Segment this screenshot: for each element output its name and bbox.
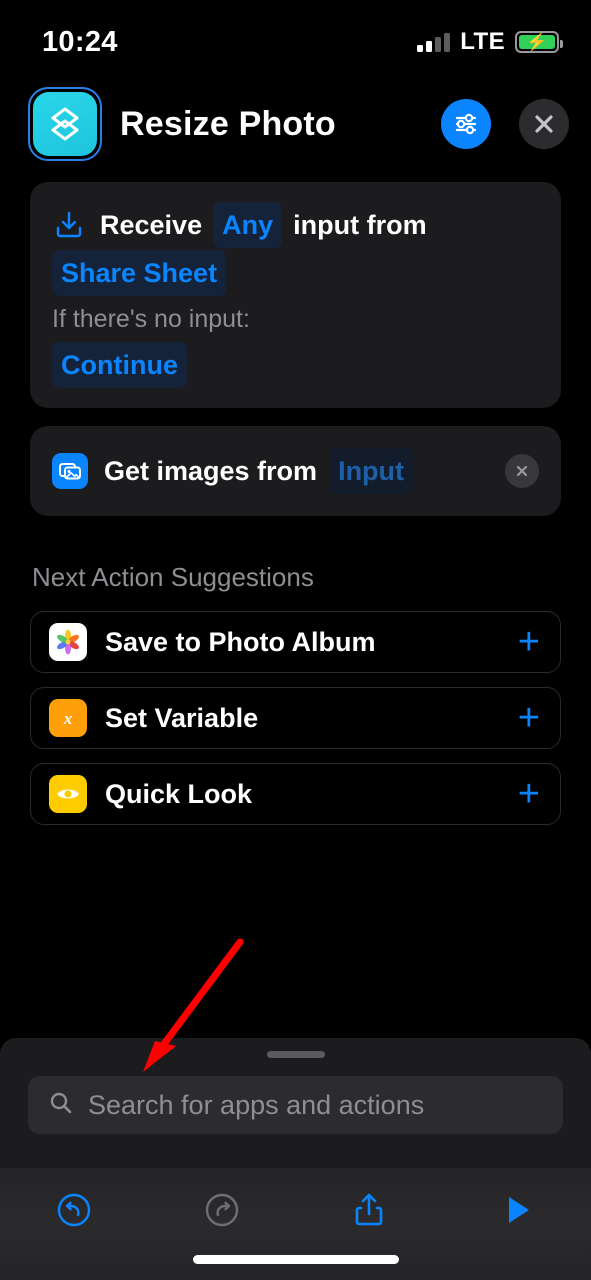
svg-text:x: x (63, 709, 73, 728)
action-token-fallback[interactable]: Continue (52, 342, 187, 388)
shortcut-icon-button[interactable] (28, 87, 102, 161)
action-text-get-images: Get images from (104, 456, 318, 486)
suggestion-label: Save to Photo Album (105, 626, 376, 657)
action-token-input-type[interactable]: Any (213, 202, 283, 248)
action-card-get-images[interactable]: Get images from Input (30, 426, 561, 516)
remove-action-button[interactable] (505, 454, 539, 488)
shortcut-layers-icon (33, 92, 97, 156)
cellular-signal-icon (417, 32, 451, 52)
home-indicator (192, 1255, 399, 1264)
run-button[interactable] (443, 1180, 591, 1240)
undo-button[interactable] (0, 1180, 148, 1240)
battery-charging-icon: ⚡ (515, 31, 563, 53)
set-variable-icon: x (49, 699, 87, 737)
suggestion-label: Quick Look (105, 778, 253, 809)
editor-toolbar (0, 1168, 591, 1280)
editor-header: Resize Photo (0, 78, 591, 170)
suggestion-row-quick-look[interactable]: Quick Look + (30, 763, 561, 825)
photos-stack-icon (52, 453, 88, 489)
shortcuts-editor-screen: 10:24 LTE ⚡ Resize Photo Receive Any inp… (0, 0, 591, 1280)
status-bar-indicators: LTE ⚡ (417, 28, 563, 56)
redo-button (148, 1180, 296, 1240)
search-icon (48, 1090, 74, 1121)
suggestion-row-set-variable[interactable]: x Set Variable + (30, 687, 561, 749)
action-subtitle-no-input: If there's no input: (52, 305, 250, 333)
suggestion-label: Set Variable (105, 702, 259, 733)
carrier-label: LTE (460, 28, 505, 55)
action-token-share-sheet[interactable]: Share Sheet (52, 250, 227, 296)
receive-input-icon (52, 208, 86, 242)
search-placeholder-text: Search for apps and actions (88, 1089, 425, 1120)
search-input[interactable]: Search for apps and actions (28, 1076, 563, 1134)
quick-look-eye-icon (49, 775, 87, 813)
suggestion-row-save-to-photo-album[interactable]: Save to Photo Album + (30, 611, 561, 673)
page-title: Resize Photo (120, 104, 336, 143)
suggestions-heading: Next Action Suggestions (32, 562, 314, 592)
action-text-input-from: input from (293, 210, 427, 240)
add-action-button[interactable]: + (518, 775, 540, 813)
action-token-input-variable[interactable]: Input (329, 448, 414, 494)
action-card-receive-input[interactable]: Receive Any input from Share Sheet If th… (30, 182, 561, 408)
photos-app-icon (49, 623, 87, 661)
status-bar-clock: 10:24 (42, 25, 118, 58)
editor-body: Receive Any input from Share Sheet If th… (0, 182, 591, 839)
shortcut-details-button[interactable] (441, 99, 491, 149)
status-bar: 10:24 LTE ⚡ (0, 0, 591, 70)
sheet-grabber-handle[interactable] (266, 1051, 325, 1058)
action-text-receive: Receive (100, 210, 203, 240)
share-button[interactable] (296, 1180, 444, 1240)
close-button[interactable] (519, 99, 569, 149)
add-action-button[interactable]: + (518, 623, 540, 661)
action-library-sheet: Search for apps and actions (0, 1038, 591, 1168)
add-action-button[interactable]: + (518, 699, 540, 737)
